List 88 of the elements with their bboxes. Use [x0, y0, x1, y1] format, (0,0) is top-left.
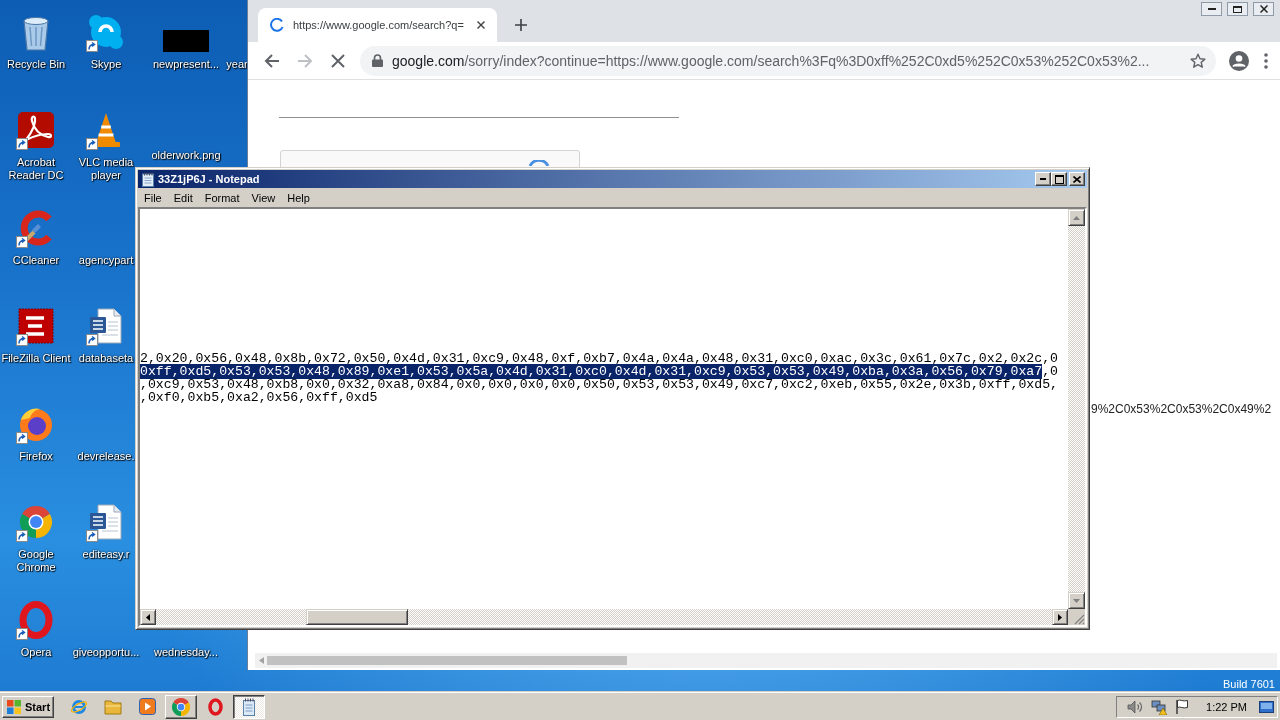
desktop-icon-label[interactable]: year — [226, 58, 248, 71]
account-icon — [1229, 50, 1249, 71]
windows-logo-icon — [6, 699, 22, 714]
folder-icon — [104, 698, 122, 715]
plus-icon — [515, 19, 527, 31]
lock-icon — [372, 54, 383, 67]
url-text: 9%2C0x53%2C0x53%2C0x49%2 — [1091, 402, 1272, 416]
ring-logo-icon — [207, 697, 223, 716]
desktop-icon-label[interactable]: devrelease. — [77, 450, 135, 463]
text-line: ,0 — [1042, 364, 1058, 379]
star-icon — [1190, 52, 1206, 69]
scroll-thumb[interactable] — [306, 609, 408, 625]
horizontal-scrollbar[interactable] — [255, 653, 1277, 668]
desktop-icon-label[interactable]: agencypart — [78, 254, 134, 267]
restore-icon — [1233, 5, 1242, 13]
desktop-icon-label[interactable]: Skype — [90, 58, 122, 71]
desktop-icon-label[interactable]: Firefox — [19, 450, 53, 463]
caret-down-icon — [1073, 598, 1080, 603]
desktop-icon-label[interactable]: olderwork.png — [151, 149, 221, 162]
menu-item[interactable]: Format — [198, 191, 246, 204]
close-icon — [331, 53, 345, 68]
menu-item[interactable]: Edit — [167, 191, 199, 204]
text-line: 2,0x20,0x56,0x48,0x8b,0x72,0x50,0x4d,0x31,0xc9,0x48,0xf,0xb7,0x4a,0x4a,0x48,0x31,0xc0,0xac,0x3c,0x61,0x7c,0x2,0x2c,0 — [140, 351, 1058, 366]
taskbar-button[interactable] — [233, 694, 265, 719]
clock-time[interactable]: 1:22 PM — [1206, 700, 1247, 713]
maximize-button[interactable] — [1051, 172, 1067, 186]
menu-item[interactable]: View — [245, 191, 282, 204]
caret-right-icon — [1058, 613, 1062, 621]
menu-item[interactable]: File — [138, 191, 168, 204]
desktop-icon-label[interactable]: Acrobat Reader DC — [0, 156, 72, 182]
text-line: ,0xf0,0xb5,0xa2,0x56,0xff,0xd5 — [140, 390, 378, 405]
selected-text: 0xff,0xd5,0x53,0x53,0x48,0x89,0xe1,0x53,0x5a,0x4d,0x31,0xc0,0x4d,0x31,0xc9,0x53,0x53,0x49,0xba,0x3a,0x56,0x79,0xa7 — [140, 364, 1043, 379]
window-title: 33Z1jP6J - Notepad — [158, 173, 260, 185]
flag-icon[interactable] — [1175, 699, 1191, 714]
back-arrow-icon — [264, 52, 280, 69]
desktop-icon-label[interactable]: Opera — [20, 646, 52, 659]
minimize-icon — [1040, 178, 1046, 180]
resize-grip-icon[interactable] — [1074, 614, 1085, 625]
more-menu-icon — [1264, 52, 1268, 69]
speaker-icon[interactable] — [1127, 699, 1144, 714]
close-icon — [477, 21, 485, 29]
maximize-icon — [1054, 174, 1064, 184]
desktop-icon-label[interactable]: wednesday... — [154, 646, 218, 659]
chrome-logo-icon — [172, 697, 190, 716]
forward-arrow-icon — [297, 52, 313, 69]
menu-item[interactable]: Help — [281, 191, 316, 204]
network-warning-icon[interactable] — [1151, 698, 1168, 715]
close-icon — [1073, 175, 1081, 183]
start-button[interactable]: Start — [2, 695, 54, 718]
scroll-down-button[interactable] — [1068, 592, 1085, 609]
desktop-icon-label[interactable]: editeasy.r — [82, 548, 130, 561]
text-line: ,0xc9,0x53,0x48,0xb8,0x0,0x32,0xa8,0x84,0x0,0x0,0x0,0x0,0x50,0x53,0x53,0x49,0xc7,0xc2,0xeb,0x55,0x2e,0x3b,0xff,0xd5, — [140, 377, 1058, 392]
media-player-icon — [138, 698, 156, 715]
desktop-icon-label[interactable]: Recycle Bin — [6, 58, 66, 71]
desktop-icon-label[interactable]: databaseta — [78, 352, 134, 365]
vertical-scrollbar[interactable] — [1068, 209, 1085, 609]
desktop-icon-label[interactable]: FileZilla Client — [1, 352, 71, 365]
close-window-button[interactable] — [1253, 2, 1274, 16]
pdf-reader-icon[interactable] — [16, 110, 56, 150]
notepad-icon — [241, 697, 257, 716]
caret-left-icon — [146, 613, 150, 621]
horizontal-scrollbar[interactable] — [140, 609, 1068, 625]
arc-icon — [528, 160, 550, 166]
caret-up-icon — [1073, 215, 1080, 220]
scroll-up-button[interactable] — [1068, 209, 1085, 226]
desktop-icon-label[interactable]: CCleaner — [12, 254, 60, 267]
minimize-button[interactable] — [1201, 2, 1222, 16]
desktop-icon-label[interactable]: newpresent... — [152, 58, 219, 71]
browser-e-icon — [70, 697, 88, 716]
windows-build-label: Build 7601 — [1223, 678, 1275, 691]
restore-button[interactable] — [1227, 2, 1248, 16]
caret-left-icon — [259, 657, 264, 664]
notepad-icon — [141, 171, 155, 187]
desktop-icon-label[interactable]: Google Chrome — [0, 548, 72, 574]
close-icon — [1259, 5, 1268, 13]
browser-tab[interactable]: https://www.google.com/search?q= — [258, 8, 497, 42]
scroll-left-button[interactable] — [140, 609, 156, 625]
striped-tile-icon[interactable] — [16, 306, 56, 346]
minimize-icon — [1207, 8, 1216, 10]
show-desktop-icon[interactable] — [1259, 700, 1274, 713]
scroll-right-button[interactable] — [1052, 609, 1068, 625]
desktop-icon-label[interactable]: giveopportu... — [72, 646, 140, 659]
tab-title: https://www.google.com/search?q= — [293, 19, 464, 31]
cloud-logo-icon[interactable] — [86, 12, 126, 52]
redacted-thumbnail-icon[interactable] — [163, 30, 209, 52]
desktop-icon-label[interactable]: VLC media player — [78, 156, 134, 182]
scroll-thumb[interactable] — [267, 656, 627, 665]
address-bar[interactable]: google.com/sorry/index?continue=https://www.google.com/search%3Fq%3D0xff%252C0xd5%252C0x53%252C0x53%2... — [360, 45, 1216, 76]
